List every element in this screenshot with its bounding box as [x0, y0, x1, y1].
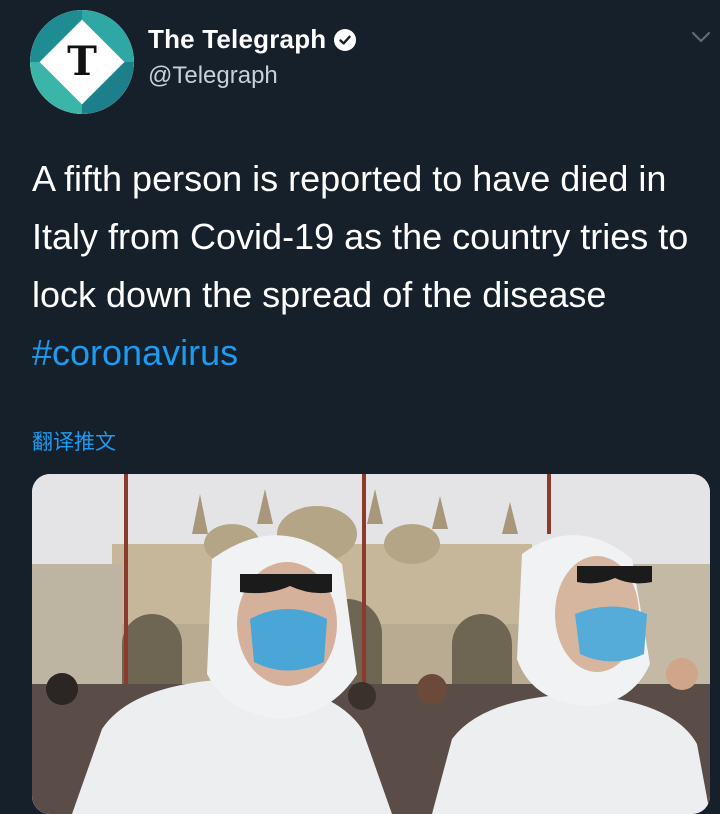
tweet-body: A fifth person is reported to have died …	[32, 158, 689, 315]
verified-badge-icon	[334, 28, 357, 51]
hashtag-link[interactable]: #coronavirus	[32, 332, 238, 373]
name-row: The Telegraph	[148, 24, 357, 55]
tweet-photo[interactable]	[32, 474, 710, 814]
tweet-text: A fifth person is reported to have died …	[32, 150, 702, 382]
translate-tweet-link[interactable]: 翻译推文	[32, 426, 116, 456]
avatar-logo-letter: T	[67, 38, 97, 85]
tweet-card: T The Telegraph @Telegraph A fifth perso…	[0, 0, 720, 814]
chevron-down-icon[interactable]	[690, 28, 712, 46]
handle[interactable]: @Telegraph	[148, 62, 278, 90]
photo-illustration	[32, 474, 710, 814]
avatar[interactable]: T	[30, 10, 134, 114]
display-name[interactable]: The Telegraph	[148, 24, 326, 55]
